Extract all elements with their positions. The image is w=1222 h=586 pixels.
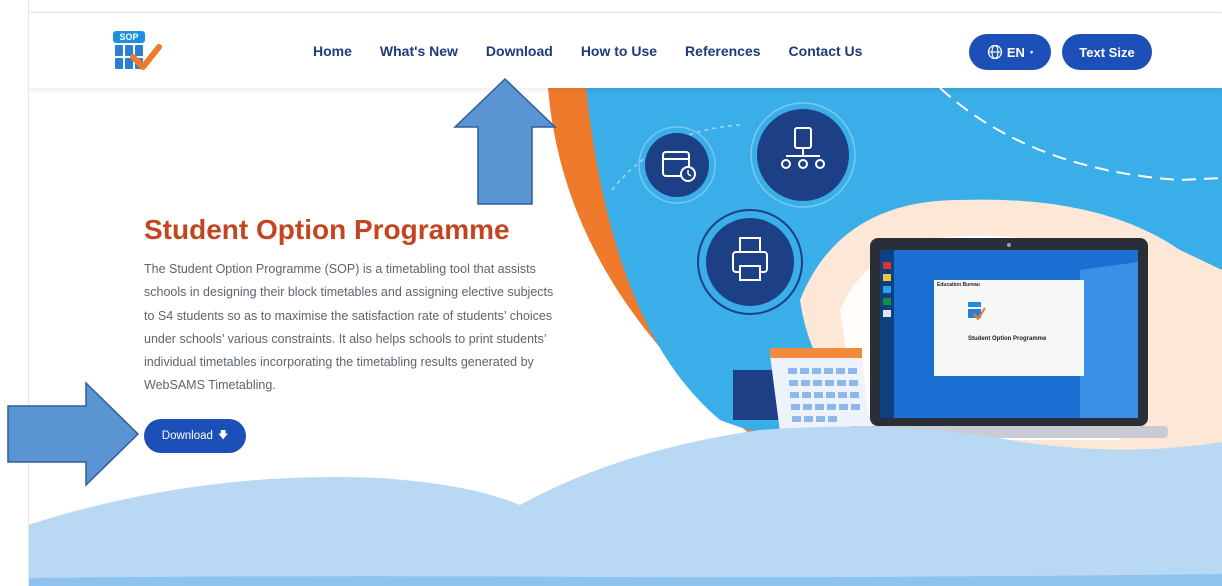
download-arrow-icon: 🡇 [217,429,229,441]
hero-description: The Student Option Programme (SOP) is a … [144,262,554,393]
main-nav: Home What's New Download How to Use Refe… [313,43,890,59]
nav-home[interactable]: Home [313,43,352,59]
calendar-clock-icon [638,126,716,204]
checkmark-icon [130,44,162,70]
nav-how-to-use[interactable]: How to Use [581,43,657,59]
site-header: SOP Home What's New Download How to Use … [29,13,1222,88]
download-label: Download [161,430,213,442]
language-button[interactable]: EN • [969,34,1051,70]
nav-download[interactable]: Download [486,43,553,59]
chevron-down-icon: • [1029,47,1034,57]
globe-icon [987,44,1003,60]
nav-contact-us[interactable]: Contact Us [789,43,863,59]
text-size-button[interactable]: Text Size [1062,34,1152,70]
org-chart-icon [750,102,856,208]
nav-whats-new[interactable]: What's New [380,43,458,59]
printer-icon [697,209,803,315]
laptop-screen-header: Education Bureau [937,282,980,288]
hero-title: Student Option Programme [144,214,510,245]
download-button[interactable]: Download 🡇 [144,419,246,453]
laptop-screen-title: Student Option Programme [968,336,1047,342]
nav-references[interactable]: References [685,43,761,59]
language-label: EN [1006,44,1025,60]
page: Education Bureau Student Option Programm… [0,0,1222,586]
sop-logo[interactable]: SOP [113,31,163,73]
